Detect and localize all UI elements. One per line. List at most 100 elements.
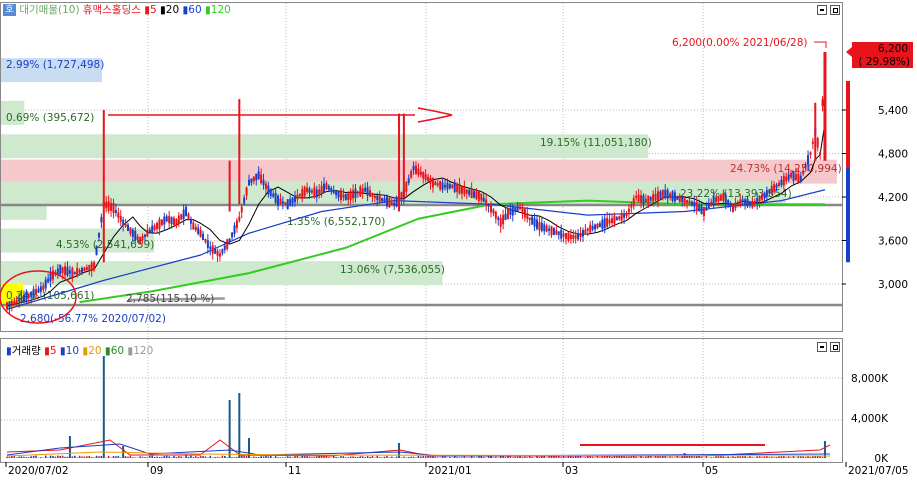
volume-bar [233,457,236,458]
candle-body [182,209,185,219]
candle-body [441,182,444,190]
volume-bar [357,456,359,458]
price-tick-label: 5,400 [878,105,908,117]
volume-bar [383,456,386,458]
volume-bar [153,456,156,458]
volume-profile-bar [1,195,47,220]
volume-panel-maximize-button[interactable] [830,342,840,352]
candle-body [436,183,439,186]
volume-bar [780,456,783,458]
candle-body [606,217,609,227]
volume-bar [115,456,117,458]
volume-bar [376,455,379,458]
candle-body [761,194,764,200]
volume-bar [253,456,255,458]
candle-body [540,222,543,231]
volume-bar [669,456,671,458]
volume-bar [710,457,713,458]
legend-vma60: 60 [110,345,125,357]
candle-body [158,219,161,230]
volume-bar [405,457,408,458]
volume-bar [199,455,202,458]
volume-bar [645,456,647,458]
candle-body [136,236,139,240]
volume-bar [727,456,729,458]
candle-body [153,225,156,231]
candle-body [228,160,231,212]
volume-bar [565,457,567,458]
candle-body [10,300,13,307]
volume-bar [224,455,226,458]
candle-body [652,194,655,202]
volume-bar [746,457,749,458]
volume-bar [315,456,318,458]
volume-bar [134,457,137,458]
volume-bar [625,456,628,458]
candle-body [90,262,93,271]
legend-ma60: 60 [188,4,202,16]
volume-bar [296,455,299,458]
candle-body [717,196,720,202]
candle-body [683,196,686,205]
volume-bar [678,457,681,458]
candle-body [127,224,129,232]
candle-body [233,225,236,234]
volume-bar [415,457,417,458]
candle-body [339,190,342,201]
candle-body [269,188,272,197]
axis-range-blue [846,168,850,263]
candle-body-last [823,52,827,161]
candle-body [465,189,468,194]
volume-spike-bar [823,441,826,458]
candle-body [211,245,214,254]
volume-bar [299,457,301,458]
candle-body [656,191,659,201]
candle-body [395,196,398,207]
candle-body [204,239,207,242]
volume-bar [819,456,821,458]
volume-bar [194,456,197,458]
candle-body [216,250,219,256]
volume-bar [323,456,325,458]
volume-bar [236,456,238,458]
candle-body [417,168,420,175]
price-panel-maximize-button[interactable] [830,5,840,15]
volume-bar [623,456,625,458]
volume-spike-bar [102,356,105,458]
candle-body [811,141,814,144]
candle-body [640,195,643,203]
candle-body [574,235,577,239]
volume-bar [381,457,383,458]
candle-body [819,151,822,156]
volume-bar [417,455,420,458]
price-panel-minimize-button[interactable] [817,5,827,15]
candle-body [39,286,42,292]
panel-icon[interactable]: 호 [3,4,16,16]
volume-bar [15,457,18,458]
volume-bar [495,456,497,458]
price-legend: 호 대기매물(10) 휴맥스홀딩스 ▮5 ▮20 ▮60 ▮120 [3,4,231,16]
volume-bar [712,457,715,458]
candle-body [68,270,71,274]
candle-body [702,207,705,216]
volume-bar [112,456,115,458]
volume-panel-minimize-button[interactable] [817,342,827,352]
candle-body [160,219,163,226]
volume-bar [13,455,16,458]
candle-body [226,239,229,249]
candle-body [13,301,16,304]
candle-body [598,223,601,227]
candle-body [18,299,21,302]
candle-body [310,190,313,193]
candle-body [373,195,376,199]
volume-bar [100,455,103,458]
volume-bar [804,456,807,458]
volume-bar [158,456,161,458]
candle-body [773,184,776,192]
candle-body [197,227,200,235]
volume-profile-label: 0.69% (395,672) [6,112,94,124]
candle-body [765,190,768,197]
candle-body [332,190,335,194]
candle-body [729,203,732,207]
volume-bar [107,455,110,458]
